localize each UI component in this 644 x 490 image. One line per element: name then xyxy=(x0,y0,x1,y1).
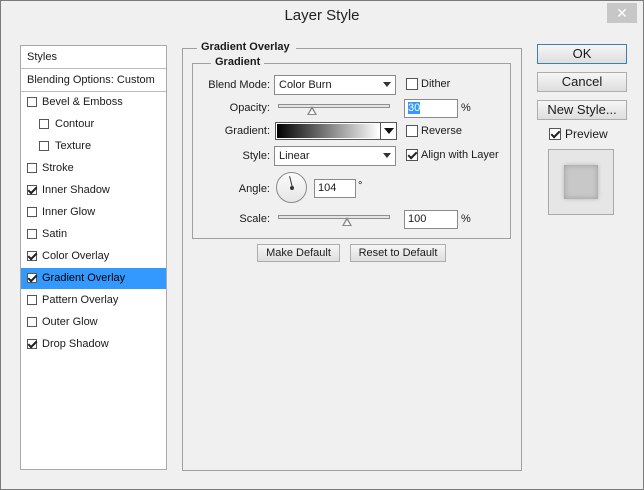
styles-header[interactable]: Styles xyxy=(21,46,166,69)
style-item-satin[interactable]: Satin xyxy=(21,224,166,245)
dither-label: Dither xyxy=(421,78,451,90)
blend-mode-select[interactable]: Color Burn xyxy=(274,75,396,95)
angle-input[interactable]: 104 xyxy=(314,179,356,198)
scale-input[interactable]: 100 xyxy=(404,210,458,229)
make-default-button[interactable]: Make Default xyxy=(257,244,340,262)
satin-checkbox[interactable] xyxy=(27,229,37,239)
style-item-label: Stroke xyxy=(42,162,74,174)
angle-center-dot xyxy=(290,186,294,190)
style-item-label: Color Overlay xyxy=(42,250,110,262)
blend-mode-label: Blend Mode: xyxy=(208,79,270,91)
style-item-label: Texture xyxy=(55,140,92,152)
color-overlay-checkbox[interactable] xyxy=(27,251,37,261)
inner-shadow-checkbox[interactable] xyxy=(27,185,37,195)
opacity-slider[interactable] xyxy=(278,104,390,108)
preview-swatch xyxy=(564,165,598,199)
style-item-pattern-overlay[interactable]: Pattern Overlay xyxy=(21,290,166,311)
new-style-button[interactable]: New Style... xyxy=(537,100,627,120)
style-item-label: Inner Shadow xyxy=(42,184,110,196)
contour-checkbox[interactable] xyxy=(39,119,49,129)
outer-glow-checkbox[interactable] xyxy=(27,317,37,327)
reset-to-default-button[interactable]: Reset to Default xyxy=(350,244,446,262)
reverse-checkbox[interactable] xyxy=(406,125,418,137)
dither-checkbox[interactable] xyxy=(406,78,418,90)
blending-options-item[interactable]: Blending Options: Custom xyxy=(21,69,166,92)
chevron-down-icon[interactable] xyxy=(380,123,396,139)
style-item-label: Bevel & Emboss xyxy=(42,96,123,108)
style-item-bevel-emboss[interactable]: Bevel & Emboss xyxy=(21,92,166,113)
scale-unit: % xyxy=(461,213,471,225)
style-item-gradient-overlay[interactable]: Gradient Overlay xyxy=(21,268,166,289)
style-item-label: Inner Glow xyxy=(42,206,96,218)
chevron-down-icon xyxy=(383,153,391,158)
gradient-label: Gradient: xyxy=(224,125,270,137)
angle-dial[interactable] xyxy=(276,172,307,203)
opacity-label: Opacity: xyxy=(229,102,270,114)
style-item-label: Pattern Overlay xyxy=(42,294,119,306)
angle-value: 104 xyxy=(318,182,337,194)
bevel-emboss-checkbox[interactable] xyxy=(27,97,37,107)
opacity-slider-thumb[interactable] xyxy=(307,106,317,115)
style-value: Linear xyxy=(279,150,310,162)
opacity-unit: % xyxy=(461,102,471,114)
style-item-color-overlay[interactable]: Color Overlay xyxy=(21,246,166,267)
pattern-overlay-checkbox[interactable] xyxy=(27,295,37,305)
scale-slider[interactable] xyxy=(278,215,390,219)
gradient-preview-bar[interactable] xyxy=(277,124,379,138)
style-item-texture[interactable]: Texture xyxy=(21,136,166,157)
chevron-down-icon xyxy=(383,82,391,87)
style-select[interactable]: Linear xyxy=(274,146,396,166)
scale-slider-thumb[interactable] xyxy=(342,217,352,226)
preview-label: Preview xyxy=(565,127,608,141)
section-title: Gradient xyxy=(211,56,265,68)
style-item-outer-glow[interactable]: Outer Glow xyxy=(21,312,166,333)
ok-button[interactable]: OK xyxy=(537,44,627,64)
gradient-picker[interactable] xyxy=(275,122,397,140)
title-bar: Layer Style ✕ xyxy=(1,1,643,31)
drop-shadow-checkbox[interactable] xyxy=(27,339,37,349)
style-item-label: Contour xyxy=(55,118,95,130)
preview-thumbnail xyxy=(548,149,614,215)
align-with-layer-label: Align with Layer xyxy=(421,149,499,161)
layer-style-dialog: Layer Style ✕ Styles Blending Options: C… xyxy=(0,0,644,490)
style-item-drop-shadow[interactable]: Drop Shadow xyxy=(21,334,166,355)
group-title: Gradient Overlay xyxy=(197,41,296,53)
style-item-contour[interactable]: Contour xyxy=(21,114,166,135)
style-item-inner-glow[interactable]: Inner Glow xyxy=(21,202,166,223)
scale-label: Scale: xyxy=(239,213,270,225)
cancel-button[interactable]: Cancel xyxy=(537,72,627,92)
style-item-inner-shadow[interactable]: Inner Shadow xyxy=(21,180,166,201)
dialog-title: Layer Style xyxy=(284,7,360,24)
style-item-stroke[interactable]: Stroke xyxy=(21,158,166,179)
style-item-label: Gradient Overlay xyxy=(42,272,126,284)
gradient-overlay-checkbox[interactable] xyxy=(27,273,37,283)
inner-glow-checkbox[interactable] xyxy=(27,207,37,217)
style-label: Style: xyxy=(242,150,270,162)
align-with-layer-checkbox[interactable] xyxy=(406,149,418,161)
style-item-label: Satin xyxy=(42,228,68,240)
preview-checkbox[interactable] xyxy=(549,128,561,140)
style-item-label: Outer Glow xyxy=(42,316,98,328)
opacity-input[interactable]: 30 xyxy=(404,99,458,118)
angle-unit: ° xyxy=(358,180,363,192)
reverse-label: Reverse xyxy=(421,125,462,137)
texture-checkbox[interactable] xyxy=(39,141,49,151)
styles-list: Styles Blending Options: Custom Bevel & … xyxy=(20,45,167,470)
style-item-label: Drop Shadow xyxy=(42,338,109,350)
opacity-value: 30 xyxy=(408,102,421,114)
blend-mode-value: Color Burn xyxy=(279,79,332,91)
close-button[interactable]: ✕ xyxy=(607,3,637,23)
scale-value: 100 xyxy=(408,213,427,225)
angle-label: Angle: xyxy=(238,183,270,195)
stroke-checkbox[interactable] xyxy=(27,163,37,173)
